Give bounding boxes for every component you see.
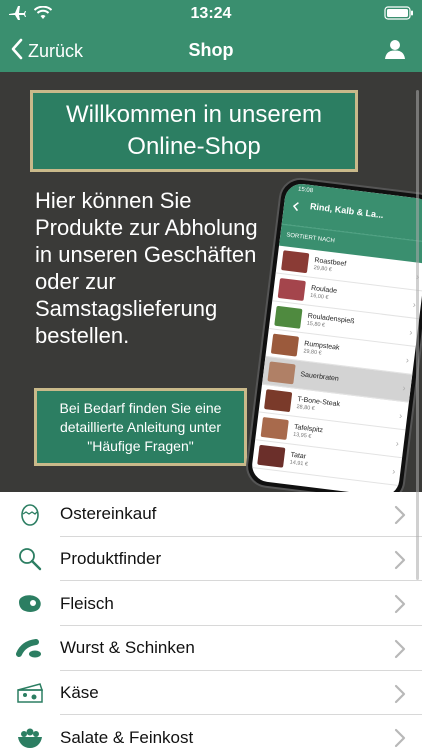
chevron-right-icon: ›	[391, 465, 397, 476]
product-info: Roulade 16,00 €	[310, 284, 338, 302]
chevron-right-icon: ›	[398, 410, 403, 421]
menu-item-label: Ostereinkauf	[60, 504, 157, 524]
intro-text: Hier können Sie Produkte zur Abholung in…	[35, 188, 258, 348]
status-time: 13:24	[190, 5, 232, 22]
product-info: Roastbeef 29,80 €	[313, 256, 347, 275]
product-thumbnail	[264, 388, 293, 412]
salad-bowl-icon	[0, 726, 60, 750]
product-price: 14,91 €	[289, 459, 309, 468]
product-thumbnail	[281, 249, 310, 273]
chevron-right-icon: ›	[408, 326, 414, 337]
easter-egg-icon	[0, 501, 60, 527]
menu-item-label: Fleisch	[60, 593, 114, 613]
phone-time: 15:08	[297, 186, 314, 195]
product-info: T-Bone-Steak 28,80 €	[296, 395, 340, 415]
faq-hint-box: Bei Bedarf finden Sie eine detaillierte …	[34, 388, 247, 466]
magnifier-icon	[0, 546, 60, 572]
nav-bar: Zurück Shop	[0, 28, 422, 72]
product-name: Sauerbraten	[300, 371, 340, 383]
chevron-right-icon	[394, 728, 406, 750]
category-list: Ostereinkauf Produktfinder Fleisch Wurst & …	[0, 492, 422, 750]
steak-icon	[0, 593, 60, 615]
menu-item-produktfinder[interactable]: Produktfinder	[0, 536, 422, 582]
welcome-box: Willkommen in unserem Online-Shop	[30, 90, 358, 172]
product-info: Rouladenspieß 15,80 €	[306, 312, 355, 333]
chevron-right-icon	[394, 505, 406, 530]
phone-product-list: Roastbeef29,80 € › Roulade16,00 € › Rouladen…	[251, 245, 422, 486]
menu-item-fleisch[interactable]: Fleisch	[0, 581, 422, 627]
chevron-right-icon	[394, 550, 406, 575]
product-thumbnail	[277, 277, 306, 301]
sausage-icon	[0, 637, 60, 659]
menu-item-käse[interactable]: Käse	[0, 670, 422, 716]
menu-item-label: Wurst & Schinken	[60, 638, 195, 658]
chevron-right-icon: ›	[402, 382, 407, 393]
cheese-icon	[0, 681, 60, 705]
product-info: Tatar 14,91 €	[289, 451, 309, 468]
chevron-right-icon: ›	[405, 354, 410, 365]
menu-item-label: Salate & Feinkost	[60, 727, 194, 747]
menu-item-wurst-schinken[interactable]: Wurst & Schinken	[0, 626, 422, 671]
battery-icon	[384, 6, 414, 25]
chevron-right-icon	[394, 639, 406, 664]
phone-back-icon	[291, 198, 301, 217]
menu-item-ostereinkauf[interactable]: Ostereinkauf	[0, 492, 422, 537]
scrollbar[interactable]	[416, 90, 419, 580]
product-info: Tafelspitz 13,95 €	[293, 423, 324, 441]
product-info: Rumpsteak 29,80 €	[303, 339, 340, 358]
chevron-right-icon: ›	[395, 437, 400, 449]
product-info: Sauerbraten	[300, 370, 339, 384]
chevron-right-icon	[394, 594, 406, 619]
welcome-banner: Willkommen in unserem Online-Shop Hier k…	[0, 72, 422, 492]
menu-item-label: Produktfinder	[60, 549, 162, 569]
product-thumbnail	[270, 333, 300, 357]
user-icon[interactable]	[384, 38, 406, 65]
product-thumbnail	[257, 444, 286, 468]
menu-item-label: Käse	[60, 683, 99, 703]
menu-item-salate-feinkost[interactable]: Salate & Feinkost	[0, 715, 422, 750]
product-thumbnail	[274, 305, 303, 329]
product-thumbnail	[260, 416, 289, 440]
phone-title: Rind, Kalb & La...	[309, 201, 385, 221]
phone-sort-label: SORTIERT NACH	[285, 232, 336, 245]
status-bar: 13:24	[0, 0, 422, 28]
page-title: Shop	[188, 40, 234, 60]
chevron-right-icon	[394, 684, 406, 709]
product-thumbnail	[267, 360, 296, 384]
